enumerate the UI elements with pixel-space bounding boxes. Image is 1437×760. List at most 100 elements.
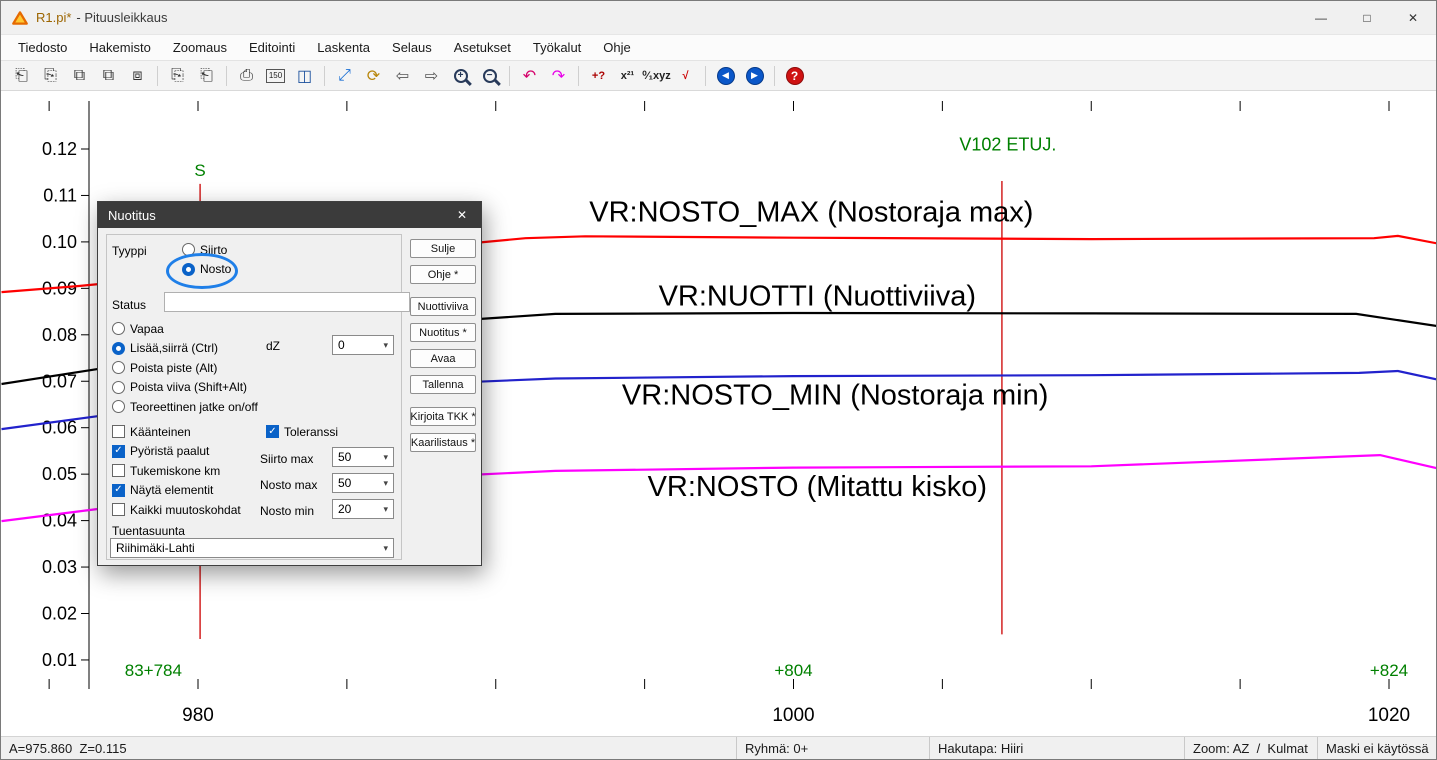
tuentasuunta-select[interactable]: Riihimäki-Lahti ▾ — [110, 538, 394, 558]
toolbar-group-6: ◀▶ — [713, 64, 767, 88]
menu-item-tiedosto[interactable]: Tiedosto — [7, 36, 78, 59]
save-profile-icon[interactable]: ⎘ — [38, 64, 63, 88]
point-number-icon[interactable]: x²¹ — [615, 64, 640, 88]
dialog-button-tallenna[interactable]: Tallenna — [410, 375, 476, 394]
menu-item-laskenta[interactable]: Laskenta — [306, 36, 381, 59]
dialog-close-icon[interactable]: ✕ — [443, 202, 481, 228]
dialog-button-kirjoita-tkk[interactable]: Kirjoita TKK * — [410, 407, 476, 426]
checkbox-tukemiskone-km[interactable]: Tukemiskone km — [112, 464, 241, 477]
paste-icon[interactable]: ⎗ — [194, 64, 219, 88]
menu-item-selaus[interactable]: Selaus — [381, 36, 443, 59]
dialog-button-nuottiviiva[interactable]: Nuottiviiva — [410, 297, 476, 316]
checkbox-k-nteinen[interactable]: Käänteinen — [112, 425, 241, 438]
checkbox-kaikki-muutoskohdat[interactable]: Kaikki muutoskohdat — [112, 503, 241, 516]
y-tick-label: 0.01 — [42, 650, 77, 670]
menu-item-ohje[interactable]: Ohje — [592, 36, 641, 59]
radio-siirto[interactable]: Siirto — [182, 243, 231, 256]
menu-item-zoomaus[interactable]: Zoomaus — [162, 36, 238, 59]
series-label: VR:NOSTO_MAX (Nostoraja max) — [589, 197, 1033, 229]
prev-element-icon[interactable]: ◀ — [713, 64, 738, 88]
redo-icon[interactable]: ↷ — [546, 64, 571, 88]
toolbar-group-3: ⤢⟳⇦⇨+− — [332, 64, 502, 88]
radio-vapaa[interactable]: Vapaa — [112, 322, 258, 335]
nosto-max-select[interactable]: 50 ▾ — [332, 473, 394, 493]
y-tick-label: 0.10 — [42, 232, 77, 252]
siirto-max-select[interactable]: 50 ▾ — [332, 447, 394, 467]
menu-item-ty-kalut[interactable]: Työkalut — [522, 36, 592, 59]
menu-item-editointi[interactable]: Editointi — [238, 36, 306, 59]
xyz-fraction-icon[interactable]: ⁰⁄₁xyz — [644, 64, 669, 88]
statusbar-coordinates: A=975.860 Z=0.115 — [1, 737, 736, 759]
dialog-button-kaarilistaus[interactable]: Kaarilistaus * — [410, 433, 476, 452]
app-logo-icon — [11, 9, 29, 27]
menu-item-hakemisto[interactable]: Hakemisto — [78, 36, 161, 59]
new-window-icon[interactable]: ⧉ — [96, 64, 121, 88]
nosto-max-label: Nosto max — [260, 478, 317, 492]
checkbox-indicator: ✓ — [266, 425, 279, 438]
open-profile-icon[interactable]: ⎗ — [9, 64, 34, 88]
undo-icon[interactable]: ↶ — [517, 64, 542, 88]
check-values-icon[interactable]: √ — [673, 64, 698, 88]
chevron-down-icon: ▾ — [383, 452, 388, 463]
dialog-button-nuotitus[interactable]: Nuotitus * — [410, 323, 476, 342]
y-tick-label: 0.05 — [42, 464, 77, 484]
dialog-button-avaa[interactable]: Avaa — [410, 349, 476, 368]
radio-teoreettinen-jatke-on-off[interactable]: Teoreettinen jatke on/off — [112, 400, 258, 413]
toolbar-separator — [509, 66, 510, 86]
status-label: Status — [112, 298, 146, 312]
siirto-max-label: Siirto max — [260, 452, 313, 466]
status-field[interactable] — [164, 292, 410, 312]
toolbar-group-0: ⎗⎘⧉⧉⧈ — [9, 64, 150, 88]
radio-nosto[interactable]: Nosto — [182, 263, 231, 276]
y-tick-label: 0.08 — [42, 325, 77, 345]
radio-poista-piste-alt[interactable]: Poista piste (Alt) — [112, 361, 258, 374]
zoom-extents-icon[interactable]: ⤢ — [332, 64, 357, 88]
radio-indicator — [112, 322, 125, 335]
radio-lis-siirr-ctrl[interactable]: Lisää,siirrä (Ctrl) — [112, 342, 258, 355]
close-window-icon[interactable]: ⧈ — [125, 64, 150, 88]
radio-poista-viiva-shift-alt[interactable]: Poista viiva (Shift+Alt) — [112, 381, 258, 394]
dialog-button-sulje[interactable]: Sulje — [410, 239, 476, 258]
window-title-app: - Pituusleikkaus — [76, 10, 167, 25]
x-tick-label: 1020 — [1368, 705, 1410, 726]
next-element-icon[interactable]: ▶ — [742, 64, 767, 88]
copy-icon[interactable]: ⎘ — [165, 64, 190, 88]
redraw-icon[interactable]: ⟳ — [361, 64, 386, 88]
print-icon[interactable]: ⎙ — [234, 64, 259, 88]
scale-150-icon[interactable]: 150 — [263, 64, 288, 88]
dialog-button-ohje[interactable]: Ohje * — [410, 265, 476, 284]
zoom-out-icon[interactable]: − — [477, 64, 502, 88]
pan-right-icon[interactable]: ⇨ — [419, 64, 444, 88]
add-query-icon[interactable]: +? — [586, 64, 611, 88]
minimize-button[interactable]: — — [1298, 1, 1344, 34]
nosto-min-select[interactable]: 20 ▾ — [332, 499, 394, 519]
marker-label: S — [194, 161, 205, 180]
dialog-title: Nuotitus — [108, 208, 156, 223]
chevron-down-icon: ▾ — [383, 340, 388, 351]
chart-annotation: V102 ETUJ. — [959, 134, 1056, 154]
checkbox-toleranssi[interactable]: ✓Toleranssi — [266, 425, 338, 438]
checkbox-indicator — [112, 425, 125, 438]
toolbar-separator — [578, 66, 579, 86]
zoom-in-icon[interactable]: + — [448, 64, 473, 88]
nosto-min-label: Nosto min — [260, 504, 314, 518]
y-tick-label: 0.02 — [42, 604, 77, 624]
checkbox-n-yt-elementit[interactable]: ✓Näytä elementit — [112, 484, 241, 497]
layout-icon[interactable]: ◫ — [292, 64, 317, 88]
help-icon[interactable]: ? — [782, 64, 807, 88]
close-button[interactable]: ✕ — [1390, 1, 1436, 34]
maximize-button[interactable]: □ — [1344, 1, 1390, 34]
y-tick-label: 0.12 — [42, 139, 77, 159]
dz-label: dZ — [266, 339, 280, 353]
toolbar-group-2: ⎙150◫ — [234, 64, 317, 88]
dialog-title-bar[interactable]: Nuotitus ✕ — [98, 202, 481, 228]
pan-left-icon[interactable]: ⇦ — [390, 64, 415, 88]
toolbar-separator — [774, 66, 775, 86]
copy-window-icon[interactable]: ⧉ — [67, 64, 92, 88]
series-label: VR:NOSTO_MIN (Nostoraja min) — [622, 379, 1049, 411]
checkbox-py-rist-paalut[interactable]: ✓Pyöristä paalut — [112, 445, 241, 458]
menu-item-asetukset[interactable]: Asetukset — [443, 36, 522, 59]
toolbar: ⎗⎘⧉⧉⧈⎘⎗⎙150◫⤢⟳⇦⇨+−↶↷+?x²¹⁰⁄₁xyz√◀▶? — [1, 60, 1436, 91]
station-label: 83+784 — [125, 661, 182, 680]
dz-select[interactable]: 0 ▾ — [332, 335, 394, 355]
